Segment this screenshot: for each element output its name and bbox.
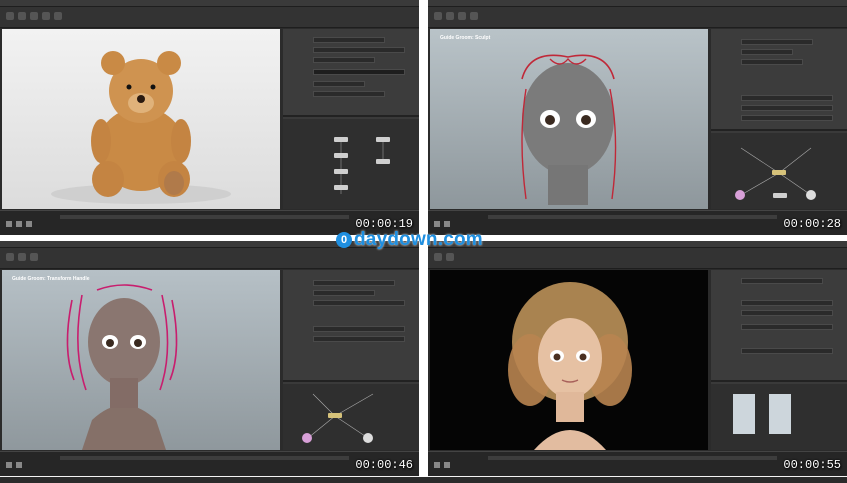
- tool-icon[interactable]: [54, 12, 62, 20]
- tool-icon[interactable]: [458, 12, 466, 20]
- node-graph: [340, 139, 384, 194]
- tool-icon[interactable]: [18, 253, 26, 261]
- network-node[interactable]: [772, 170, 786, 175]
- tool-icon[interactable]: [446, 253, 454, 261]
- houdini-window-teddy: 00:00:19: [0, 0, 419, 235]
- step-icon[interactable]: [444, 462, 450, 468]
- parameter-editor[interactable]: [711, 270, 847, 382]
- daydown-logo-icon: 0: [336, 232, 352, 248]
- shelf-toolbar[interactable]: [428, 7, 847, 28]
- network-node[interactable]: [334, 153, 348, 158]
- head-model: [521, 54, 617, 205]
- watermark-text: daydown.com: [354, 229, 483, 250]
- render-viewport[interactable]: [430, 270, 708, 450]
- tool-icon[interactable]: [470, 12, 478, 20]
- houdini-window-transform: Guide Groom: Transform Handle 00:00:46: [0, 241, 419, 476]
- video-timestamp: 00:00:55: [783, 458, 841, 472]
- parameter-editor[interactable]: [283, 29, 419, 117]
- timeline-track[interactable]: [488, 215, 777, 219]
- stop-icon[interactable]: [26, 221, 32, 227]
- curly-hair-render: [508, 282, 632, 450]
- shelf-toolbar[interactable]: [0, 248, 419, 269]
- play-icon[interactable]: [6, 221, 12, 227]
- network-node[interactable]: [302, 433, 312, 443]
- network-node[interactable]: [334, 169, 348, 174]
- network-view[interactable]: [711, 133, 847, 209]
- head-model: [66, 284, 178, 450]
- shelf-toolbar[interactable]: [0, 7, 419, 28]
- step-icon[interactable]: [444, 221, 450, 227]
- network-node[interactable]: [376, 137, 390, 142]
- network-node[interactable]: [363, 433, 373, 443]
- menu-bar[interactable]: [428, 241, 847, 248]
- side-panels: [711, 29, 847, 209]
- tool-icon[interactable]: [30, 12, 38, 20]
- network-node[interactable]: [735, 190, 745, 200]
- side-panels: [711, 270, 847, 450]
- 3d-viewport[interactable]: Guide Groom: Transform Handle: [2, 270, 280, 450]
- play-icon[interactable]: [6, 462, 12, 468]
- parameter-editor[interactable]: [711, 29, 847, 131]
- watermark: 0 daydown.com: [336, 229, 483, 251]
- node-panel[interactable]: [733, 394, 755, 434]
- play-icon[interactable]: [434, 462, 440, 468]
- network-node[interactable]: [773, 193, 787, 198]
- viewport-title: Guide Groom: Transform Handle: [12, 276, 90, 282]
- side-panels: [283, 29, 419, 209]
- timeline-track[interactable]: [60, 456, 349, 460]
- step-icon[interactable]: [16, 221, 22, 227]
- tool-icon[interactable]: [18, 12, 26, 20]
- tool-icon[interactable]: [6, 253, 14, 261]
- network-view[interactable]: [283, 119, 419, 209]
- teddy-bear-render: [51, 51, 231, 204]
- viewport-title: Guide Groom: Sculpt: [440, 35, 491, 41]
- tool-icon[interactable]: [6, 12, 14, 20]
- houdini-window-hair-render: 00:00:55: [428, 241, 847, 476]
- menu-bar[interactable]: [0, 0, 419, 7]
- network-node[interactable]: [376, 159, 390, 164]
- shelf-toolbar[interactable]: [428, 248, 847, 269]
- next-row-strip: [0, 477, 847, 483]
- tool-icon[interactable]: [434, 12, 442, 20]
- timeline-track[interactable]: [60, 215, 349, 219]
- network-node[interactable]: [334, 137, 348, 142]
- network-view[interactable]: [711, 384, 847, 450]
- tool-icon[interactable]: [434, 253, 442, 261]
- network-node[interactable]: [328, 413, 342, 418]
- tool-icon[interactable]: [446, 12, 454, 20]
- video-timestamp: 00:00:28: [783, 217, 841, 231]
- 3d-viewport[interactable]: Guide Groom: Sculpt: [430, 29, 708, 209]
- network-node[interactable]: [806, 190, 816, 200]
- timeline-track[interactable]: [488, 456, 777, 460]
- step-icon[interactable]: [16, 462, 22, 468]
- render-viewport[interactable]: [2, 29, 280, 209]
- side-panels: [283, 270, 419, 450]
- network-node[interactable]: [334, 185, 348, 190]
- play-icon[interactable]: [434, 221, 440, 227]
- menu-bar[interactable]: [428, 0, 847, 7]
- network-view[interactable]: [283, 384, 419, 450]
- tool-icon[interactable]: [30, 253, 38, 261]
- video-timestamp: 00:00:46: [355, 458, 413, 472]
- parameter-editor[interactable]: [283, 270, 419, 382]
- houdini-window-sculpt: Guide Groom: Sculpt 00:00:28: [428, 0, 847, 235]
- tool-icon[interactable]: [42, 12, 50, 20]
- node-panel[interactable]: [769, 394, 791, 434]
